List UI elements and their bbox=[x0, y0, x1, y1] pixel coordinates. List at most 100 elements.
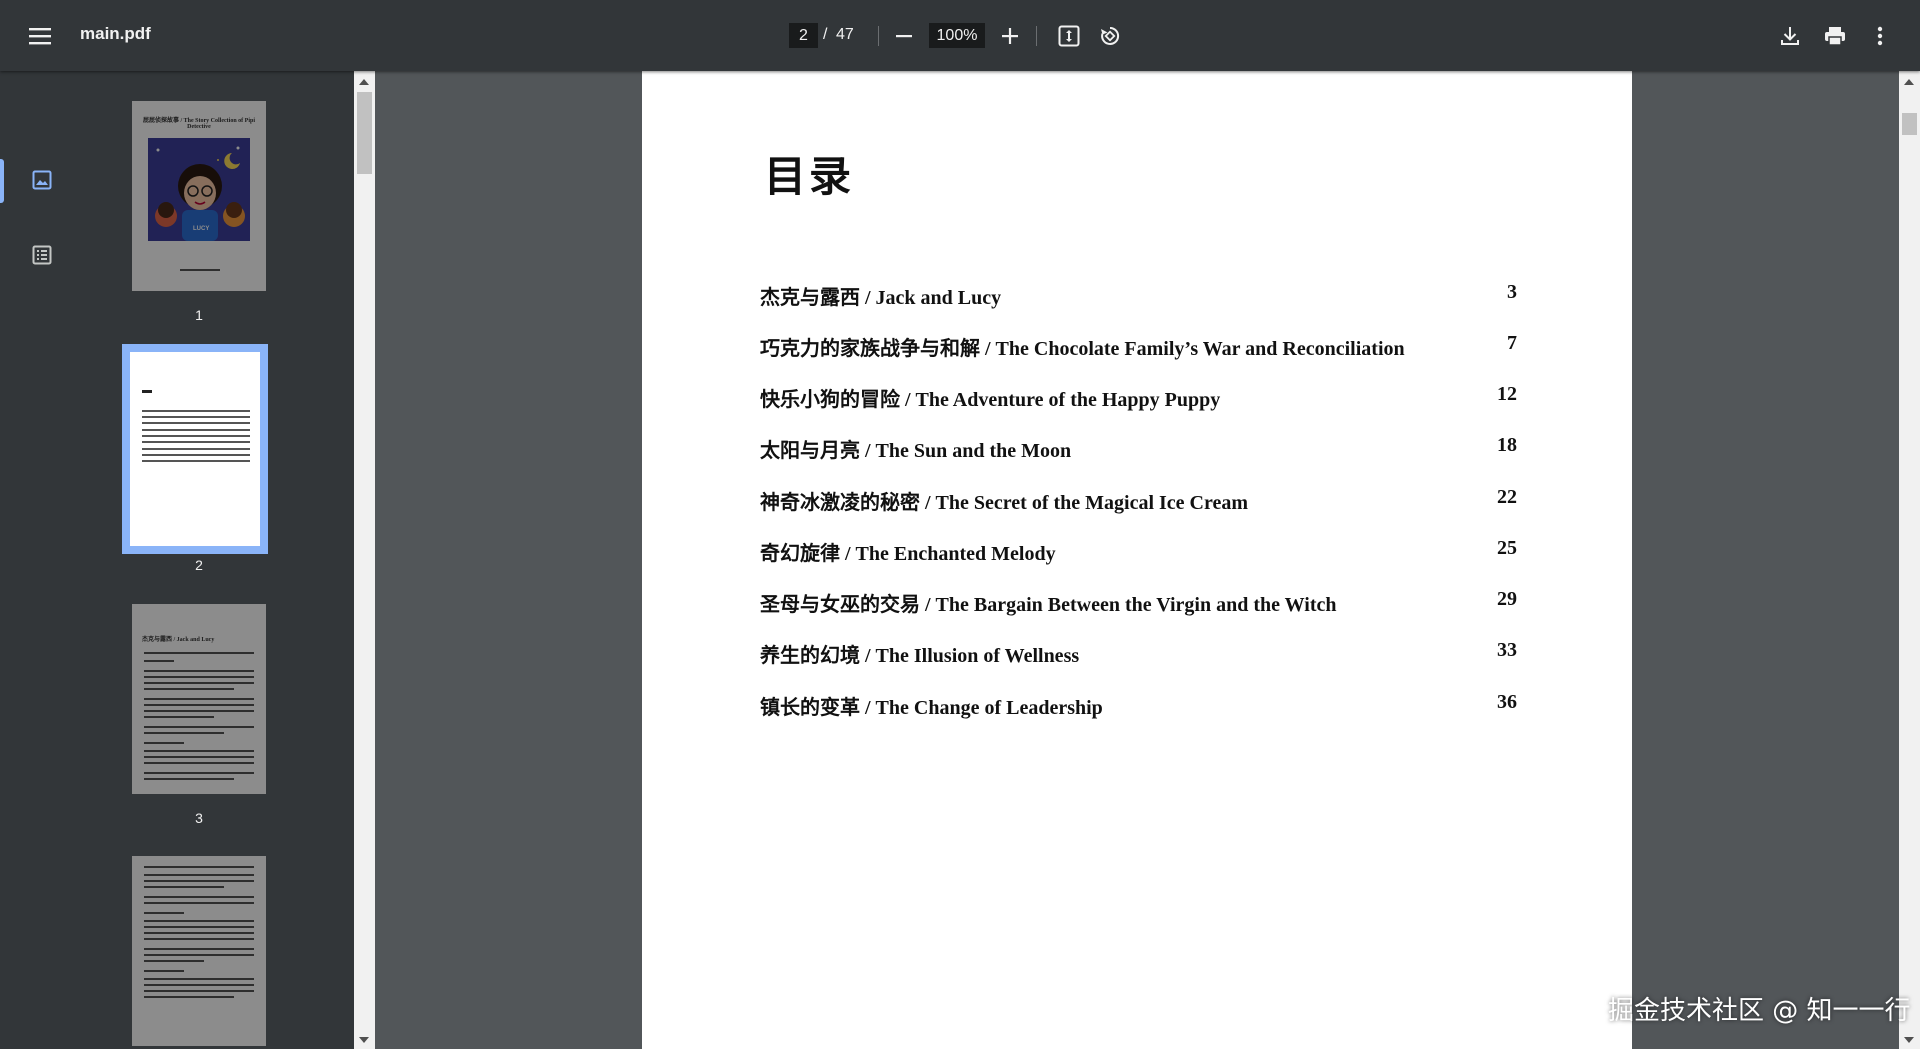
cover-label: LUCY bbox=[193, 226, 209, 232]
toc-entry-page: 3 bbox=[1507, 281, 1517, 303]
thumbnail-number: 1 bbox=[195, 307, 203, 323]
toc-entry[interactable]: 快乐小狗的冒险 / The Adventure of the Happy Pup… bbox=[760, 383, 1517, 411]
mini-text-line bbox=[144, 716, 214, 718]
scrollbar-thumb[interactable] bbox=[357, 92, 372, 174]
mini-text-line bbox=[144, 750, 254, 752]
cover-title: 屁屁侦探故事 / The Story Collection of Pipi De… bbox=[143, 118, 255, 130]
mini-text-line bbox=[144, 772, 254, 774]
mini-heading bbox=[142, 390, 152, 393]
mini-text-line bbox=[144, 996, 234, 998]
print-icon bbox=[1825, 27, 1845, 46]
print-button[interactable] bbox=[1815, 16, 1855, 56]
mini-text-line bbox=[144, 652, 254, 654]
toc-entry-page: 25 bbox=[1497, 537, 1517, 559]
download-icon bbox=[1781, 27, 1799, 45]
thumbnail-number: 2 bbox=[195, 557, 203, 573]
page-thumbnail-2[interactable] bbox=[122, 344, 268, 554]
scroll-up-arrow-icon[interactable] bbox=[359, 79, 369, 85]
zoom-out-icon bbox=[896, 35, 912, 38]
zoom-input[interactable] bbox=[929, 23, 985, 48]
mini-toc-line bbox=[142, 454, 250, 456]
mini-text-line bbox=[144, 682, 254, 684]
mini-toc-line bbox=[142, 416, 250, 418]
mini-text-line bbox=[144, 880, 254, 882]
mini-text-line bbox=[144, 866, 254, 868]
more-options-button[interactable] bbox=[1860, 16, 1900, 56]
mini-text-line bbox=[144, 670, 254, 672]
toc-entry[interactable]: 圣母与女巫的交易 / The Bargain Between the Virgi… bbox=[760, 588, 1517, 616]
total-pages: 47 bbox=[836, 26, 854, 43]
mini-text-line bbox=[144, 970, 184, 972]
toc-entry[interactable]: 养生的幻境 / The Illusion of Wellness 33 bbox=[760, 639, 1517, 667]
fit-to-page-button[interactable] bbox=[1049, 16, 1089, 56]
pdf-page: 目录 杰克与露西 / Jack and Lucy 3 巧克力的家族战争与和解 /… bbox=[642, 71, 1632, 1049]
mini-text-line bbox=[144, 732, 224, 734]
toc-entry-page: 22 bbox=[1497, 486, 1517, 508]
toc-entry[interactable]: 巧克力的家族战争与和解 / The Chocolate Family’s War… bbox=[760, 332, 1517, 360]
mini-text-line bbox=[144, 948, 254, 950]
rotate-icon bbox=[1101, 26, 1120, 45]
mini-text-line bbox=[144, 896, 254, 898]
mini-toc-line bbox=[142, 410, 250, 412]
cover-footer-line bbox=[180, 269, 220, 271]
toc-entry[interactable]: 奇幻旋律 / The Enchanted Melody 25 bbox=[760, 537, 1517, 565]
mini-toc-line bbox=[142, 441, 250, 443]
toc-entry[interactable]: 神奇冰激凌的秘密 / The Secret of the Magical Ice… bbox=[760, 486, 1517, 514]
mini-text-line bbox=[144, 676, 254, 678]
toc-entry-title: 养生的幻境 / The Illusion of Wellness bbox=[760, 645, 1080, 667]
page-thumbnail-1[interactable]: 屁屁侦探故事 / The Story Collection of Pipi De… bbox=[132, 101, 266, 291]
toc-entry-title: 镇长的变革 / The Change of Leadership bbox=[760, 697, 1103, 719]
cover-illustration: LUCY bbox=[148, 138, 250, 241]
mini-text-line bbox=[144, 710, 254, 712]
scroll-down-arrow-icon[interactable] bbox=[359, 1037, 369, 1043]
toc-entry-title: 快乐小狗的冒险 / The Adventure of the Happy Pup… bbox=[760, 389, 1221, 411]
active-indicator bbox=[0, 159, 4, 203]
toc-entry[interactable]: 太阳与月亮 / The Sun and the Moon 18 bbox=[760, 434, 1517, 462]
toc-entry-page: 12 bbox=[1497, 383, 1517, 405]
page-separator: / bbox=[823, 26, 828, 43]
mini-toc-line bbox=[142, 422, 250, 424]
mini-text-line bbox=[144, 688, 234, 690]
thumbnails-pane: 屁屁侦探故事 / The Story Collection of Pipi De… bbox=[90, 71, 354, 1049]
pdf-toolbar: main.pdf / 47 bbox=[0, 0, 1920, 71]
outline-tab[interactable] bbox=[18, 231, 66, 279]
watermark: 掘金技术社区 @ 知一一行 bbox=[1608, 996, 1911, 1026]
menu-button[interactable] bbox=[20, 16, 60, 56]
page-number-input[interactable] bbox=[789, 23, 818, 48]
mini-text-line bbox=[144, 912, 184, 914]
mini-text-line bbox=[144, 932, 254, 934]
zoom-in-icon bbox=[1002, 28, 1018, 44]
mini-toc-line bbox=[142, 429, 250, 431]
zoom-out-button[interactable] bbox=[884, 16, 924, 56]
sidebar-rail bbox=[0, 71, 90, 1049]
document-scrollbar[interactable] bbox=[1899, 71, 1920, 1049]
toc-heading: 目录 bbox=[764, 155, 855, 201]
mini-text-line bbox=[144, 926, 254, 928]
page-thumbnail-4[interactable] bbox=[132, 856, 266, 1046]
scrollbar-thumb[interactable] bbox=[1902, 113, 1917, 135]
toc-entry-title: 太阳与月亮 / The Sun and the Moon bbox=[760, 440, 1072, 462]
mini-text-line bbox=[144, 990, 254, 992]
mini-text-line bbox=[144, 756, 254, 758]
mini-text-line bbox=[144, 698, 254, 700]
toc-entry-page: 7 bbox=[1507, 332, 1517, 354]
rotate-button[interactable] bbox=[1090, 16, 1130, 56]
download-button[interactable] bbox=[1770, 16, 1810, 56]
scroll-up-arrow-icon[interactable] bbox=[1904, 79, 1914, 85]
zoom-in-button[interactable] bbox=[990, 16, 1030, 56]
mini-toc-line bbox=[142, 435, 250, 437]
page-thumbnail-3[interactable]: 杰克与露西 / Jack and Lucy bbox=[132, 604, 266, 794]
toc-entry-page: 33 bbox=[1497, 639, 1517, 661]
mini-text-line bbox=[144, 874, 254, 876]
mini-text-line bbox=[144, 938, 254, 940]
toc-entry-page: 36 bbox=[1497, 691, 1517, 713]
thumbnails-scrollbar[interactable] bbox=[354, 71, 375, 1049]
toolbar-divider bbox=[878, 26, 879, 46]
mini-text-line bbox=[144, 762, 254, 764]
toc-entry-title: 圣母与女巫的交易 / The Bargain Between the Virgi… bbox=[760, 594, 1337, 616]
thumbnails-tab[interactable] bbox=[18, 156, 66, 204]
scroll-down-arrow-icon[interactable] bbox=[1904, 1037, 1914, 1043]
toc-entry-page: 18 bbox=[1497, 434, 1517, 456]
toc-entry[interactable]: 杰克与露西 / Jack and Lucy 3 bbox=[760, 281, 1517, 309]
toc-entry[interactable]: 镇长的变革 / The Change of Leadership 36 bbox=[760, 691, 1517, 719]
